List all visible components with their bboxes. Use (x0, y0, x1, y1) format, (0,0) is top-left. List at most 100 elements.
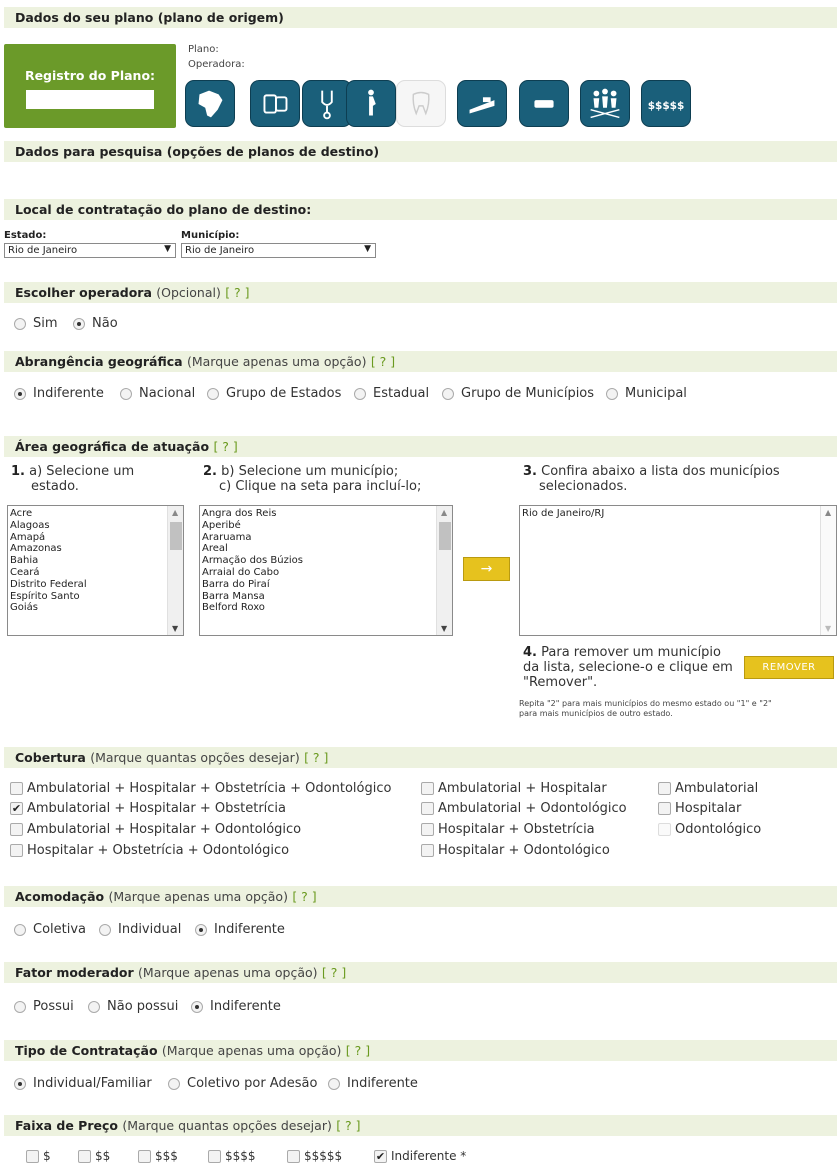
checkbox-faixa-5[interactable]: $$$$$ (287, 1149, 342, 1163)
checkbox-cob-7[interactable]: Hospitalar + Obstetrícia (421, 822, 595, 837)
radio-button[interactable] (14, 387, 26, 400)
radio-button[interactable] (120, 387, 132, 400)
help-link[interactable]: [ ? ] (292, 889, 316, 904)
list-item[interactable]: Barra do Piraí (200, 579, 452, 591)
checkbox-faixa-1[interactable]: $ (26, 1149, 51, 1163)
checkbox-cob-4[interactable]: Hospitalar + Obstetrícia + Odontológico (10, 843, 289, 858)
checkbox[interactable] (421, 823, 434, 836)
radio-abrangencia-nacional[interactable]: Nacional (120, 386, 195, 401)
checkbox-cob-2[interactable]: ✔ Ambulatorial + Hospitalar + Obstetrícia (10, 801, 286, 816)
checkbox[interactable] (421, 844, 434, 857)
radio-button[interactable] (14, 923, 26, 936)
radio-abrangencia-municipal[interactable]: Municipal (606, 386, 687, 401)
radio-acomodacao-individual[interactable]: Individual (99, 922, 181, 937)
list-item[interactable]: Belford Roxo (200, 602, 452, 614)
radio-tipo-coletivo[interactable]: Coletivo por Adesão (168, 1076, 317, 1091)
radio-button[interactable] (99, 923, 111, 936)
estados-listbox[interactable]: Acre Alagoas Amapá Amazonas Bahia Ceará … (7, 505, 184, 636)
help-link[interactable]: [ ? ] (346, 1043, 370, 1058)
add-municipio-button[interactable]: → (463, 557, 510, 581)
checkbox[interactable] (78, 1149, 91, 1163)
scroll-thumb[interactable] (439, 522, 451, 550)
list-item[interactable]: Amapá (8, 532, 183, 544)
scroll-up-icon[interactable]: ▲ (825, 508, 831, 517)
radio-operadora-sim[interactable]: Sim (14, 316, 58, 331)
radio-button[interactable] (73, 317, 85, 330)
checkbox[interactable] (287, 1149, 300, 1163)
scrollbar[interactable]: ▲ ▼ (167, 506, 183, 635)
pregnant-icon[interactable] (346, 80, 396, 127)
radio-operadora-nao[interactable]: Não (73, 316, 118, 331)
checkbox[interactable] (208, 1149, 221, 1163)
selecionados-listbox[interactable]: Rio de Janeiro/RJ ▲ ▼ (519, 505, 837, 636)
radio-button[interactable] (207, 387, 219, 400)
scroll-up-icon[interactable]: ▲ (441, 508, 447, 517)
checkbox[interactable] (421, 782, 434, 795)
checkbox[interactable] (658, 802, 671, 815)
price-icon[interactable]: $$$$$ (641, 80, 691, 127)
radio-acomodacao-coletiva[interactable]: Coletiva (14, 922, 86, 937)
checkbox-faixa-3[interactable]: $$$ (138, 1149, 178, 1163)
list-item[interactable]: Araruama (200, 532, 452, 544)
group-icon[interactable] (580, 80, 630, 127)
help-link[interactable]: [ ? ] (225, 285, 249, 300)
list-item[interactable]: Angra dos Reis (200, 508, 452, 520)
radio-button[interactable] (191, 1000, 203, 1013)
list-item[interactable]: Arraial do Cabo (200, 567, 452, 579)
checkbox[interactable] (658, 782, 671, 795)
checkbox[interactable]: ✔ (374, 1149, 387, 1163)
checkbox[interactable] (10, 823, 23, 836)
checkbox[interactable] (421, 802, 434, 815)
list-item[interactable]: Amazonas (8, 543, 183, 555)
checkbox-cob-6[interactable]: Ambulatorial + Odontológico (421, 801, 627, 816)
scroll-down-icon[interactable]: ▼ (441, 624, 447, 633)
checkbox-cob-8[interactable]: Hospitalar + Odontológico (421, 843, 610, 858)
list-item[interactable]: Areal (200, 543, 452, 555)
checkbox-faixa-2[interactable]: $$ (78, 1149, 110, 1163)
registro-input[interactable] (26, 90, 154, 109)
checkbox-cob-1[interactable]: Ambulatorial + Hospitalar + Obstetrícia … (10, 781, 391, 796)
list-item[interactable]: Acre (8, 508, 183, 520)
list-item[interactable]: Aperibé (200, 520, 452, 532)
checkbox-cob-5[interactable]: Ambulatorial + Hospitalar (421, 781, 607, 796)
help-link[interactable]: [ ? ] (213, 439, 237, 454)
pills-icon[interactable] (250, 80, 300, 127)
radio-button[interactable] (328, 1077, 340, 1090)
radio-acomodacao-indiferente[interactable]: Indiferente (195, 922, 285, 937)
radio-abrangencia-grupo-municipios[interactable]: Grupo de Municípios (442, 386, 594, 401)
radio-button[interactable] (354, 387, 366, 400)
stethoscope-icon[interactable] (302, 80, 352, 127)
municipio-select[interactable]: Rio de Janeiro ▼ (181, 243, 376, 258)
remove-button[interactable]: REMOVER (744, 656, 834, 679)
radio-button[interactable] (442, 387, 454, 400)
help-link[interactable]: [ ? ] (336, 1118, 360, 1133)
list-item[interactable]: Ceará (8, 567, 183, 579)
checkbox[interactable] (10, 782, 23, 795)
equals-icon[interactable] (519, 80, 569, 127)
radio-button[interactable] (606, 387, 618, 400)
estado-select[interactable]: Rio de Janeiro ▼ (4, 243, 176, 258)
radio-button[interactable] (195, 923, 207, 936)
checkbox-faixa-indiferente[interactable]: ✔ Indiferente * (374, 1149, 466, 1163)
scroll-down-icon[interactable]: ▼ (825, 624, 831, 633)
hospital-bed-icon[interactable] (457, 80, 507, 127)
checkbox-cob-9[interactable]: Ambulatorial (658, 781, 758, 796)
scroll-thumb[interactable] (170, 522, 182, 550)
list-item[interactable]: Rio de Janeiro/RJ (520, 508, 836, 520)
checkbox[interactable]: ✔ (10, 802, 23, 815)
checkbox[interactable] (26, 1149, 39, 1163)
checkbox-cob-10[interactable]: Hospitalar (658, 801, 741, 816)
radio-tipo-individual[interactable]: Individual/Familiar (14, 1076, 152, 1091)
list-item[interactable]: Barra Mansa (200, 591, 452, 603)
scroll-up-icon[interactable]: ▲ (172, 508, 178, 517)
list-item[interactable]: Alagoas (8, 520, 183, 532)
checkbox-cob-3[interactable]: Ambulatorial + Hospitalar + Odontológico (10, 822, 301, 837)
help-link[interactable]: [ ? ] (322, 965, 346, 980)
radio-button[interactable] (14, 317, 26, 330)
list-item[interactable]: Armação dos Búzios (200, 555, 452, 567)
radio-button[interactable] (14, 1000, 26, 1013)
scrollbar[interactable]: ▲ ▼ (436, 506, 452, 635)
municipios-listbox[interactable]: Angra dos Reis Aperibé Araruama Areal Ar… (199, 505, 453, 636)
scroll-down-icon[interactable]: ▼ (172, 624, 178, 633)
checkbox[interactable] (10, 844, 23, 857)
